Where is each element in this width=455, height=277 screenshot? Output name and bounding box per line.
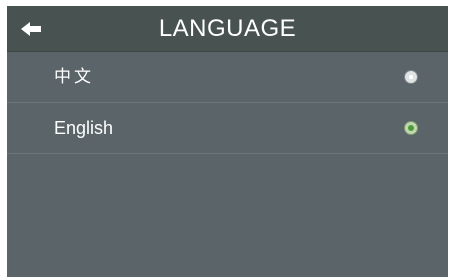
language-option-label: English — [54, 118, 114, 138]
language-option-english[interactable]: English — [7, 103, 448, 154]
header-bar: LANGUAGE — [7, 6, 448, 52]
page-title: LANGUAGE — [158, 15, 297, 42]
language-option-label: 中文 — [54, 67, 94, 87]
radio-button-chinese[interactable] — [405, 71, 417, 83]
language-screen: LANGUAGE 中文 English — [7, 6, 448, 277]
radio-button-english[interactable] — [405, 122, 417, 134]
language-list: 中文 English — [7, 52, 448, 154]
language-option-chinese[interactable]: 中文 — [7, 52, 448, 103]
